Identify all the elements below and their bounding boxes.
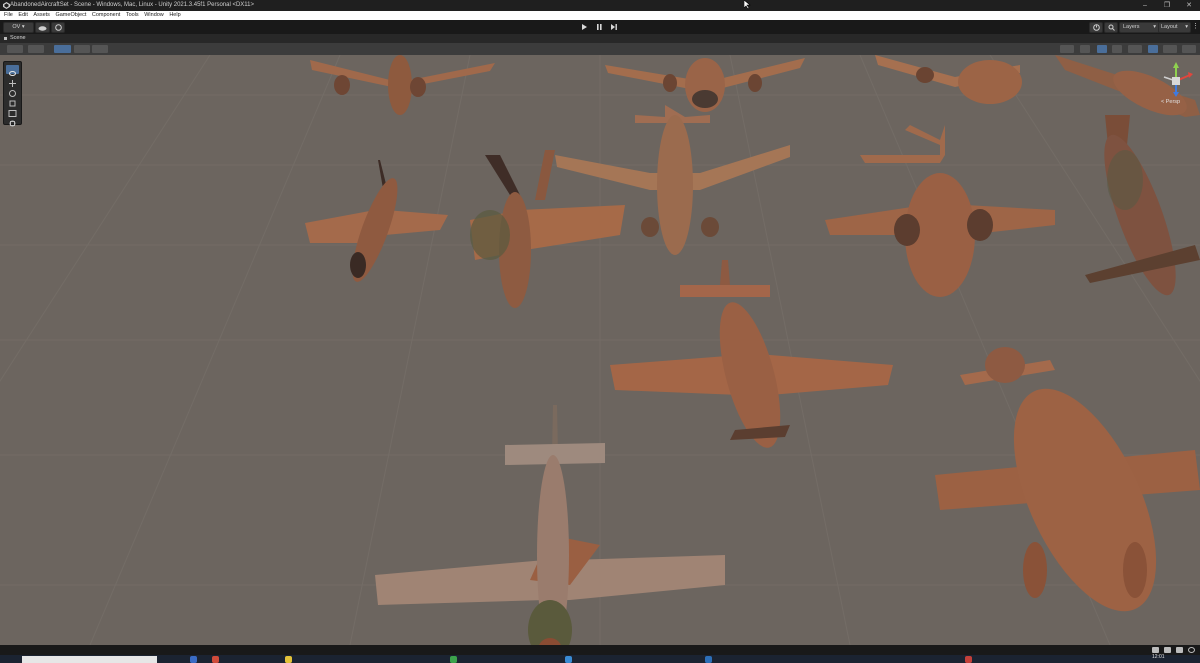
taskbar-app-icon[interactable] xyxy=(450,656,457,663)
main-toolbar: OV ▾ Layers ▾ Layout ▾ ⋮ xyxy=(0,20,1200,35)
view-2d-toggle[interactable] xyxy=(1148,45,1158,53)
settings-icon[interactable] xyxy=(1176,647,1183,653)
taskbar-app-icon[interactable] xyxy=(705,656,712,663)
tab-scene[interactable]: Scene xyxy=(4,34,26,43)
draw-mode-dropdown[interactable] xyxy=(7,45,23,53)
transform-tools-palette xyxy=(3,61,22,127)
taskbar: 12:01 xyxy=(0,655,1200,663)
window-title: AbandonedAircraftSet - Scene - Windows, … xyxy=(10,2,255,8)
hidden-objects-toggle[interactable] xyxy=(1112,45,1122,53)
aircraft-model[interactable] xyxy=(300,155,450,290)
projection-label[interactable]: < Persp xyxy=(1161,99,1180,105)
menu-component[interactable]: Component xyxy=(92,11,120,20)
overlay-menu[interactable] xyxy=(1182,45,1196,53)
menu-gameobject[interactable]: GameObject xyxy=(55,11,86,20)
step-icon[interactable] xyxy=(608,22,620,32)
taskbar-app-icon[interactable] xyxy=(190,656,197,663)
aircraft-model[interactable] xyxy=(370,405,730,645)
menu-window[interactable]: Window xyxy=(144,11,164,20)
taskbar-app-icon[interactable] xyxy=(965,656,972,663)
menu-help[interactable]: Help xyxy=(169,11,180,20)
rotate-tool-icon[interactable] xyxy=(6,85,19,97)
shading-dropdown[interactable] xyxy=(28,45,44,53)
progress-icon[interactable] xyxy=(1164,647,1171,653)
lighting-toggle[interactable] xyxy=(1060,45,1074,53)
scene-tab-bar: Scene xyxy=(0,34,1200,43)
play-icon[interactable] xyxy=(578,22,590,32)
menu-tools[interactable]: Tools xyxy=(126,11,139,20)
grid-snap-dropdown[interactable] xyxy=(92,45,108,53)
close-icon[interactable]: ✕ xyxy=(1178,0,1200,11)
tab-scene-label: Scene xyxy=(10,35,26,41)
taskbar-app-icon[interactable] xyxy=(212,656,219,663)
cloud-button[interactable] xyxy=(35,22,50,33)
taskbar-clock[interactable]: 12:01 xyxy=(1152,655,1165,660)
pivot-toggle[interactable] xyxy=(74,45,90,53)
menu-bar: File Edit Assets GameObject Component To… xyxy=(0,11,1200,20)
rect-tool-icon[interactable] xyxy=(6,105,19,117)
aircraft-model[interactable] xyxy=(935,340,1200,640)
toolbar-more-icon[interactable]: ⋮ xyxy=(1192,22,1199,30)
gizmos-dropdown[interactable] xyxy=(1163,45,1177,53)
unity-logo-icon xyxy=(3,2,10,9)
status-bar xyxy=(0,645,1200,655)
layers-label: Layers xyxy=(1123,24,1140,30)
effects-toggle[interactable] xyxy=(1097,45,1107,53)
collab-button[interactable] xyxy=(51,22,65,33)
transform-tool-icon[interactable] xyxy=(6,115,19,127)
account-label: OV xyxy=(12,24,21,30)
history-icon xyxy=(1092,24,1100,31)
mouse-cursor-icon xyxy=(744,0,751,10)
move-tool-icon[interactable] xyxy=(6,75,19,87)
notification-icon[interactable] xyxy=(1188,647,1195,653)
layout-dropdown[interactable]: Layout ▾ xyxy=(1158,22,1191,33)
audio-toggle[interactable] xyxy=(1080,45,1090,53)
scene-icon xyxy=(4,37,7,40)
scene-viewport[interactable] xyxy=(0,55,1200,645)
restore-icon[interactable]: ❐ xyxy=(1156,0,1178,11)
search-button[interactable] xyxy=(1104,22,1118,33)
title-bar: AbandonedAircraftSet - Scene - Windows, … xyxy=(0,0,1200,11)
aircraft-model[interactable] xyxy=(870,55,1030,115)
layout-label: Layout xyxy=(1161,24,1178,30)
console-icon[interactable] xyxy=(1152,647,1159,653)
taskbar-app-icon[interactable] xyxy=(565,656,572,663)
minimize-icon[interactable]: – xyxy=(1134,0,1156,11)
cloud-icon xyxy=(38,26,47,31)
camera-dropdown[interactable] xyxy=(1128,45,1142,53)
layers-dropdown[interactable]: Layers ▾ xyxy=(1119,22,1160,33)
search-icon xyxy=(1108,24,1115,31)
scale-tool-icon[interactable] xyxy=(6,95,19,107)
menu-edit[interactable]: Edit xyxy=(18,11,27,20)
account-dropdown[interactable]: OV ▾ xyxy=(3,22,34,33)
global-toggle[interactable] xyxy=(54,45,71,53)
pause-icon[interactable] xyxy=(593,22,605,32)
taskbar-search-box[interactable] xyxy=(22,656,157,663)
history-button[interactable] xyxy=(1089,22,1103,33)
menu-assets[interactable]: Assets xyxy=(33,11,50,20)
aircraft-model[interactable] xyxy=(465,150,630,310)
aircraft-model[interactable] xyxy=(1085,105,1200,325)
menu-file[interactable]: File xyxy=(4,11,13,20)
aircraft-model[interactable] xyxy=(300,55,500,117)
taskbar-app-icon[interactable] xyxy=(285,656,292,663)
hand-tool-icon[interactable] xyxy=(6,65,19,76)
